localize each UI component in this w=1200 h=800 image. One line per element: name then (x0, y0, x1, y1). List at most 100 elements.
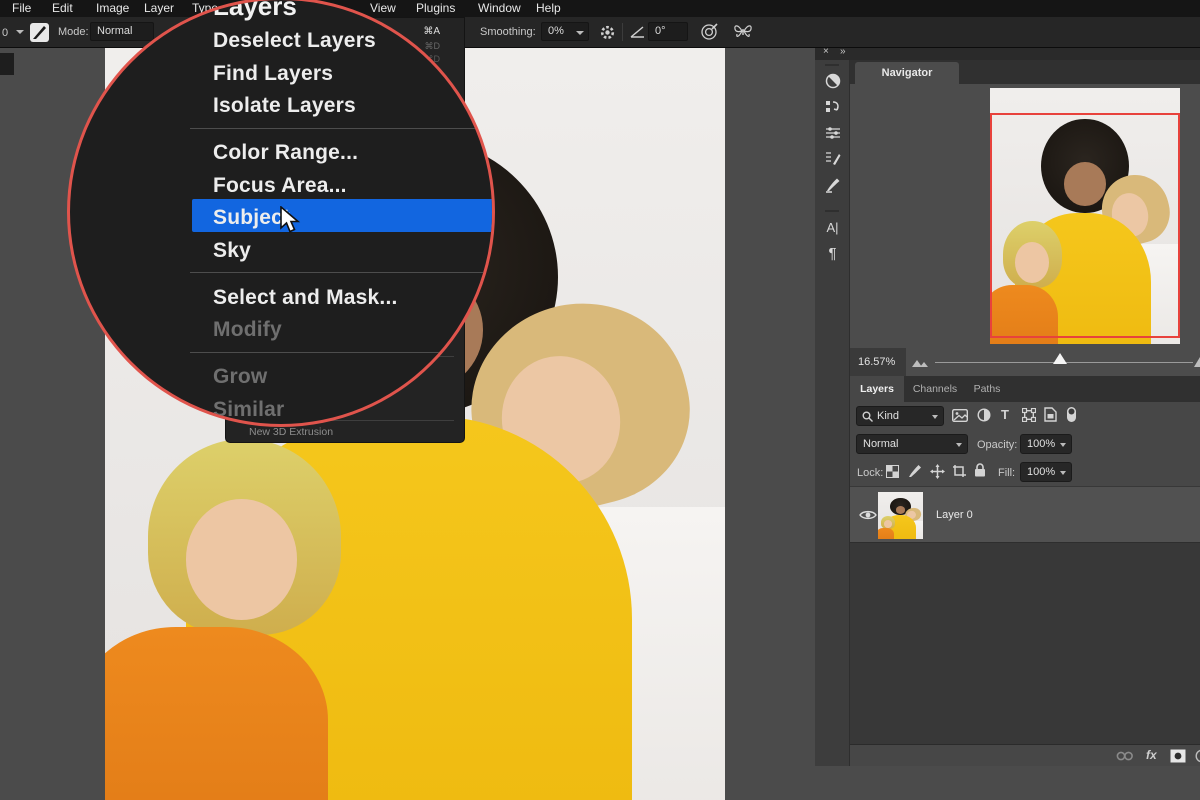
navigator-header: Navigator (850, 60, 1200, 84)
layers-panel-tabs: Layers Channels Paths (850, 376, 1200, 402)
menu-separator (190, 351, 492, 353)
layer-name[interactable]: Layer 0 (936, 509, 973, 521)
panel-group-handle[interactable] (825, 210, 839, 212)
menu-help[interactable]: Help (536, 0, 561, 17)
filter-smart-objects-icon[interactable] (1044, 407, 1057, 422)
filter-toggle-switch[interactable] (1066, 406, 1077, 423)
menu-file[interactable]: File (12, 0, 31, 17)
menu-layer[interactable]: Layer (144, 0, 174, 17)
menu-item-fragment-layers: Layers (213, 0, 297, 21)
brushes-icon[interactable] (815, 172, 850, 198)
filter-pixel-layers-icon[interactable] (952, 409, 968, 422)
brush-settings-icon[interactable] (815, 146, 850, 172)
layer-row-layer0[interactable]: Layer 0 (850, 487, 1200, 543)
menu-image[interactable]: Image (96, 0, 129, 17)
menu-item-color-range[interactable]: Color Range... (213, 136, 492, 169)
zoom-in-icon[interactable] (1194, 357, 1200, 367)
tab-paths[interactable]: Paths (966, 376, 1008, 402)
layers-filter-row: Kind T (850, 402, 1200, 430)
brush-size-fragment[interactable]: 0 (2, 27, 8, 39)
layers-panel-bottom-bar: fx (850, 744, 1200, 766)
chevron-down-icon (1060, 471, 1066, 475)
tab-channels[interactable]: Channels (906, 376, 964, 402)
layer-style-fx-button[interactable]: fx (1146, 748, 1157, 762)
paragraph-panel-icon[interactable]: ¶ (815, 240, 850, 266)
menu-plugins[interactable]: Plugins (416, 0, 455, 17)
angle-icon (630, 26, 645, 38)
properties-icon[interactable] (815, 120, 850, 146)
fill-label: Fill: (998, 467, 1016, 479)
blend-mode-select[interactable]: Normal (856, 434, 968, 454)
chevron-down-icon (576, 31, 584, 35)
chevron-down-icon (1060, 443, 1066, 447)
navigator-zoom-slider-thumb[interactable] (1053, 353, 1067, 364)
character-panel-icon[interactable]: A| (815, 214, 850, 240)
menu-window[interactable]: Window (478, 0, 521, 17)
angle-input[interactable]: 0° (648, 22, 688, 41)
brush-panel-toggle-button[interactable] (29, 22, 50, 43)
menu-item-modify[interactable]: Modify (213, 313, 492, 346)
layerthumb-center-face (895, 505, 906, 514)
navigator-thumbnail[interactable] (990, 88, 1180, 344)
history-icon[interactable] (815, 94, 850, 120)
menu-bar: FileEditImageLayerType3DViewPluginsWindo… (0, 0, 1200, 17)
zoom-out-icon-small (920, 362, 928, 367)
visibility-eye-icon[interactable] (859, 509, 877, 521)
navigator-view-box[interactable] (990, 113, 1180, 338)
thumb-bracket (917, 492, 923, 498)
mode-label: Mode: (58, 26, 89, 38)
paint-symmetry-butterfly-icon[interactable] (733, 23, 753, 40)
lock-artboard-nesting-icon[interactable] (952, 464, 967, 478)
menu-item-focus-area[interactable]: Focus Area... (213, 169, 492, 202)
filter-type-layers-icon[interactable]: T (1001, 407, 1009, 422)
menu-view[interactable]: View (370, 0, 396, 17)
menu-item-similar[interactable]: Similar (213, 393, 492, 425)
link-layers-icon[interactable] (1116, 751, 1134, 761)
menu-item-new-3d-extrusion[interactable]: New 3D Extrusion (249, 426, 333, 438)
chevron-down-icon (932, 415, 938, 419)
lock-position-icon[interactable] (930, 464, 945, 479)
gear-icon[interactable] (600, 25, 615, 40)
chevron-down-icon[interactable] (16, 30, 24, 34)
fill-select[interactable]: 100% (1020, 462, 1072, 482)
layer-list: Layer 0 (850, 486, 1200, 744)
navigator-zoom-input[interactable]: 16.57% (850, 348, 906, 376)
menu-item-isolate-layers[interactable]: Isolate Layers (213, 89, 492, 122)
adjustments-icon[interactable] (815, 68, 850, 94)
menu-item-sky[interactable]: Sky (213, 234, 492, 267)
chevron-down-icon (956, 443, 962, 447)
menu-item-find-layers[interactable]: Find Layers (213, 57, 492, 90)
tab-layers[interactable]: Layers (850, 376, 904, 402)
canvas-photo-left-face (185, 499, 298, 620)
divider (622, 23, 623, 41)
mouse-cursor (280, 206, 301, 233)
add-layer-mask-icon[interactable] (1170, 749, 1186, 763)
panel-group-handle[interactable] (825, 64, 839, 66)
menu-item-subject[interactable]: Subject (213, 201, 492, 234)
menu-item-select-and-mask[interactable]: Select and Mask... (213, 281, 492, 314)
opacity-label: Opacity: (977, 439, 1018, 451)
new-adjustment-layer-icon[interactable] (1195, 749, 1200, 763)
navigator-panel: Navigator 16.57% (850, 60, 1200, 376)
filter-shape-layers-icon[interactable] (1022, 408, 1036, 422)
tab-navigator[interactable]: Navigator (855, 62, 959, 84)
lock-pixels-brush-icon[interactable] (908, 464, 922, 478)
menu-separator (190, 127, 492, 129)
smoothing-select[interactable]: 0% (541, 22, 589, 41)
filter-adjustment-layers-icon[interactable] (977, 408, 991, 422)
kind-filter-select[interactable]: Kind (856, 406, 944, 426)
menu-separator (190, 272, 492, 273)
opacity-select[interactable]: 100% (1020, 434, 1072, 454)
mode-select[interactable]: Normal (90, 22, 154, 41)
canvas-photo-orange-shirt (105, 627, 329, 800)
menu-edit[interactable]: Edit (52, 0, 73, 17)
menu-item-grow[interactable]: Grow (213, 360, 492, 393)
menu-item-deselect-layers[interactable]: Deselect Layers (213, 24, 492, 57)
layer-thumbnail[interactable] (878, 492, 923, 539)
airbrush-icon[interactable] (700, 23, 718, 41)
lock-transparency-icon[interactable] (886, 465, 899, 478)
layers-panel: Layers Channels Paths Kind T Normal Opac… (850, 376, 1200, 766)
lock-all-padlock-icon[interactable] (974, 463, 986, 477)
navigator-zoom-row: 16.57% (850, 348, 1200, 376)
lock-fill-row: Lock: Fill: 100% (850, 458, 1200, 486)
